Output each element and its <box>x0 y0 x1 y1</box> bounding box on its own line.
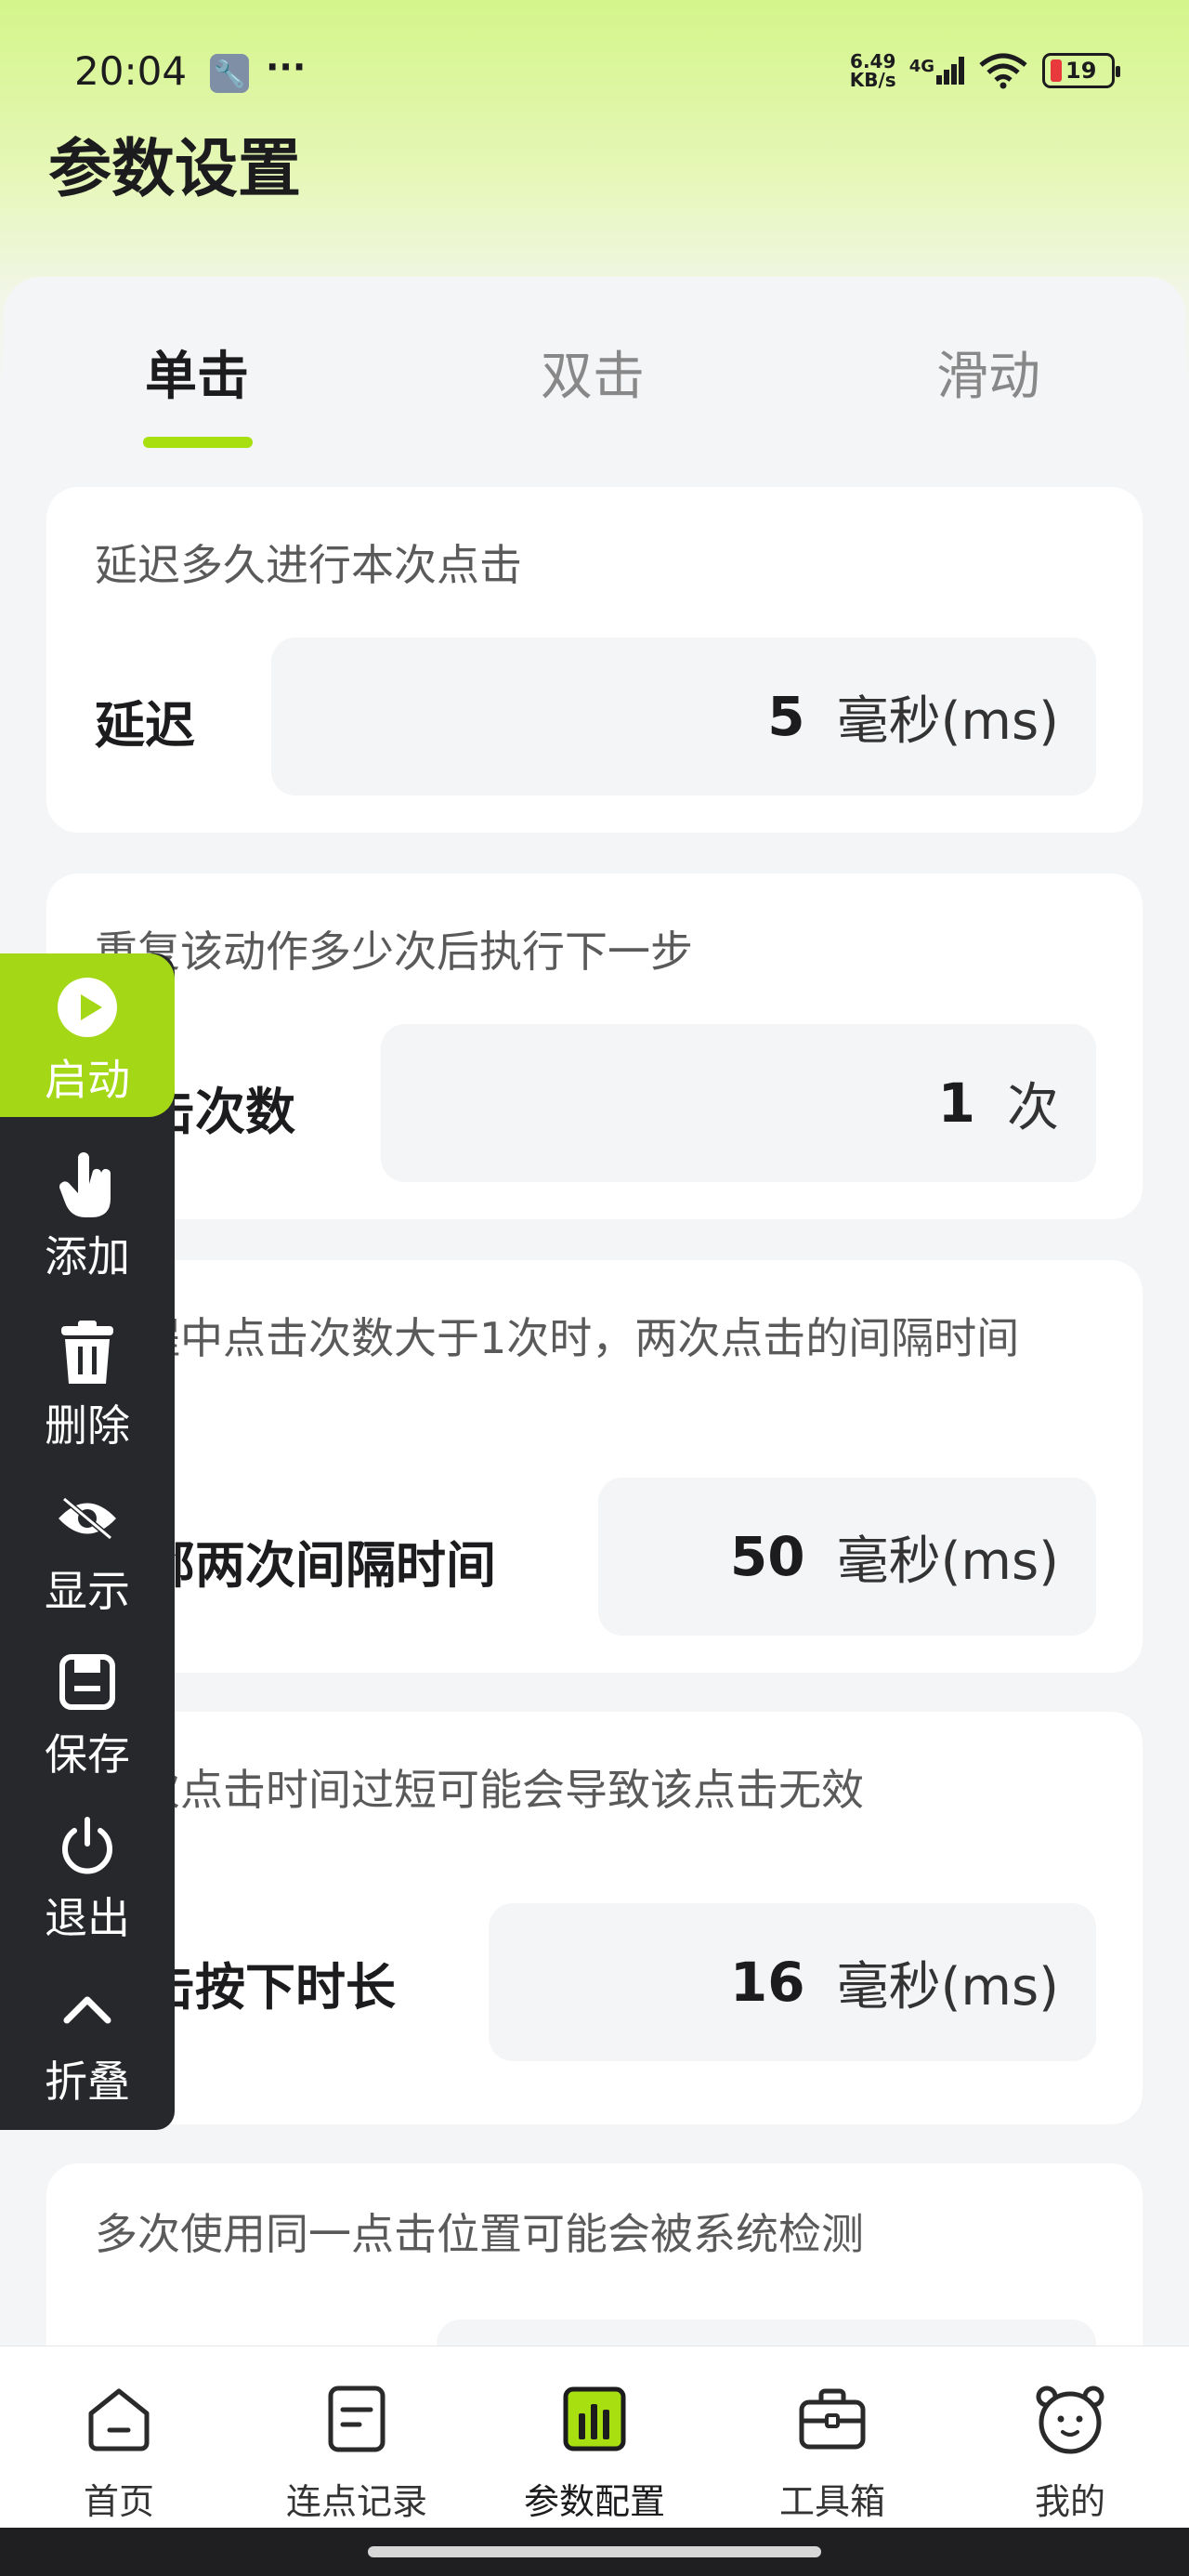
active-tab-indicator <box>143 437 253 448</box>
profile-icon <box>1036 2385 1104 2454</box>
add-label: 添加 <box>45 1231 130 1281</box>
nav-toolbox[interactable]: 工具箱 <box>713 2374 951 2524</box>
click-count-unit: 次 <box>1007 1077 1059 1138</box>
interval-value: 50 <box>729 1525 805 1588</box>
config-icon <box>563 2386 626 2451</box>
collapse-label: 折叠 <box>45 2057 130 2107</box>
press-duration-value: 16 <box>729 1951 805 2014</box>
save-icon <box>59 1654 115 1710</box>
delay-unit: 毫秒(ms) <box>836 690 1059 752</box>
tap-hand-icon <box>59 1152 111 1217</box>
trash-icon <box>61 1321 113 1384</box>
save-label: 保存 <box>45 1729 130 1780</box>
setting-description: 多次使用同一点击位置可能会被系统检测 <box>95 2209 864 2259</box>
tab-swipe[interactable]: 滑动 <box>936 335 1040 410</box>
tab-bar: 单击 双击 滑动 <box>0 307 1189 465</box>
cellular-signal-icon: 4G <box>909 57 964 85</box>
page-title: 参数设置 <box>48 133 302 206</box>
start-action[interactable]: 启动 <box>0 972 175 1108</box>
setting-card-interval: 流程中点击次数大于1次时，两次点击的间隔时间 相邻两次间隔时间 50 毫秒(ms… <box>46 1260 1143 1673</box>
click-count-value: 1 <box>937 1071 975 1135</box>
wrench-icon: 🔧 <box>210 54 249 93</box>
power-icon <box>62 1817 112 1874</box>
delay-value: 5 <box>767 685 805 748</box>
click-count-input[interactable]: 1 次 <box>381 1024 1096 1182</box>
nav-label: 我的 <box>1034 2481 1105 2522</box>
delay-input[interactable]: 5 毫秒(ms) <box>271 637 1096 795</box>
nav-mine[interactable]: 我的 <box>951 2374 1189 2524</box>
exit-button[interactable]: 退出 <box>0 1810 175 1946</box>
interval-unit: 毫秒(ms) <box>836 1531 1059 1592</box>
home-gesture-bar[interactable] <box>368 2546 821 2557</box>
nav-home[interactable]: 首页 <box>0 2374 238 2524</box>
tab-double-click[interactable]: 双击 <box>541 335 645 410</box>
delete-button[interactable]: 删除 <box>0 1318 175 1453</box>
setting-card-click-count: 重复该动作多少次后执行下一步 点击次数 1 次 <box>46 874 1143 1219</box>
nav-label: 首页 <box>83 2481 154 2522</box>
battery-level: 19 <box>1065 58 1097 84</box>
setting-description: 流程中点击次数大于1次时，两次点击的间隔时间 <box>95 1313 1020 1363</box>
setting-description: 单次点击时间过短可能会导致该点击无效 <box>95 1765 864 1815</box>
show-label: 显示 <box>45 1566 130 1616</box>
setting-description: 延迟多久进行本次点击 <box>95 540 522 590</box>
eye-off-icon <box>59 1496 116 1541</box>
nav-click-records[interactable]: 连点记录 <box>238 2374 476 2524</box>
bottom-navigation: 首页 连点记录 参数配置 工具箱 我的 <box>0 2346 1189 2528</box>
collapse-button[interactable]: 折叠 <box>0 1974 175 2109</box>
more-notifications-icon: ··· <box>266 46 307 87</box>
record-icon <box>328 2385 385 2452</box>
add-button[interactable]: 添加 <box>0 1149 175 1284</box>
interval-input[interactable]: 50 毫秒(ms) <box>598 1478 1096 1636</box>
setting-card-delay: 延迟多久进行本次点击 延迟 5 毫秒(ms) <box>46 487 1143 833</box>
wifi-icon <box>979 53 1027 89</box>
nav-label: 工具箱 <box>778 2481 885 2522</box>
press-duration-input[interactable]: 16 毫秒(ms) <box>489 1903 1096 2061</box>
save-button[interactable]: 保存 <box>0 1647 175 1782</box>
press-duration-unit: 毫秒(ms) <box>836 1956 1059 2017</box>
play-icon <box>58 978 117 1037</box>
tab-single-click[interactable]: 单击 <box>145 335 249 410</box>
exit-label: 退出 <box>45 1893 130 1943</box>
setting-card-press-duration: 单次点击时间过短可能会导致该点击无效 点击按下时长 16 毫秒(ms) <box>46 1712 1143 2124</box>
status-time: 20:04 <box>74 48 188 94</box>
home-icon <box>88 2388 150 2451</box>
nav-label: 参数配置 <box>523 2481 665 2522</box>
setting-description: 重复该动作多少次后执行下一步 <box>95 927 693 977</box>
status-bar: 20:04 🔧 ··· 6.49 KB/s 4G 19 <box>0 0 1189 112</box>
setting-label: 延迟 <box>95 696 195 755</box>
delete-label: 删除 <box>45 1400 130 1451</box>
chevron-up-icon <box>63 1996 111 2024</box>
nav-label: 连点记录 <box>285 2481 427 2522</box>
toolbox-icon <box>799 2388 866 2450</box>
show-button[interactable]: 显示 <box>0 1483 175 1619</box>
start-label: 启动 <box>45 1055 130 1105</box>
network-speed: 6.49 KB/s <box>849 50 896 91</box>
nav-parameter-config[interactable]: 参数配置 <box>476 2374 713 2524</box>
battery-icon: 19 <box>1042 53 1120 88</box>
